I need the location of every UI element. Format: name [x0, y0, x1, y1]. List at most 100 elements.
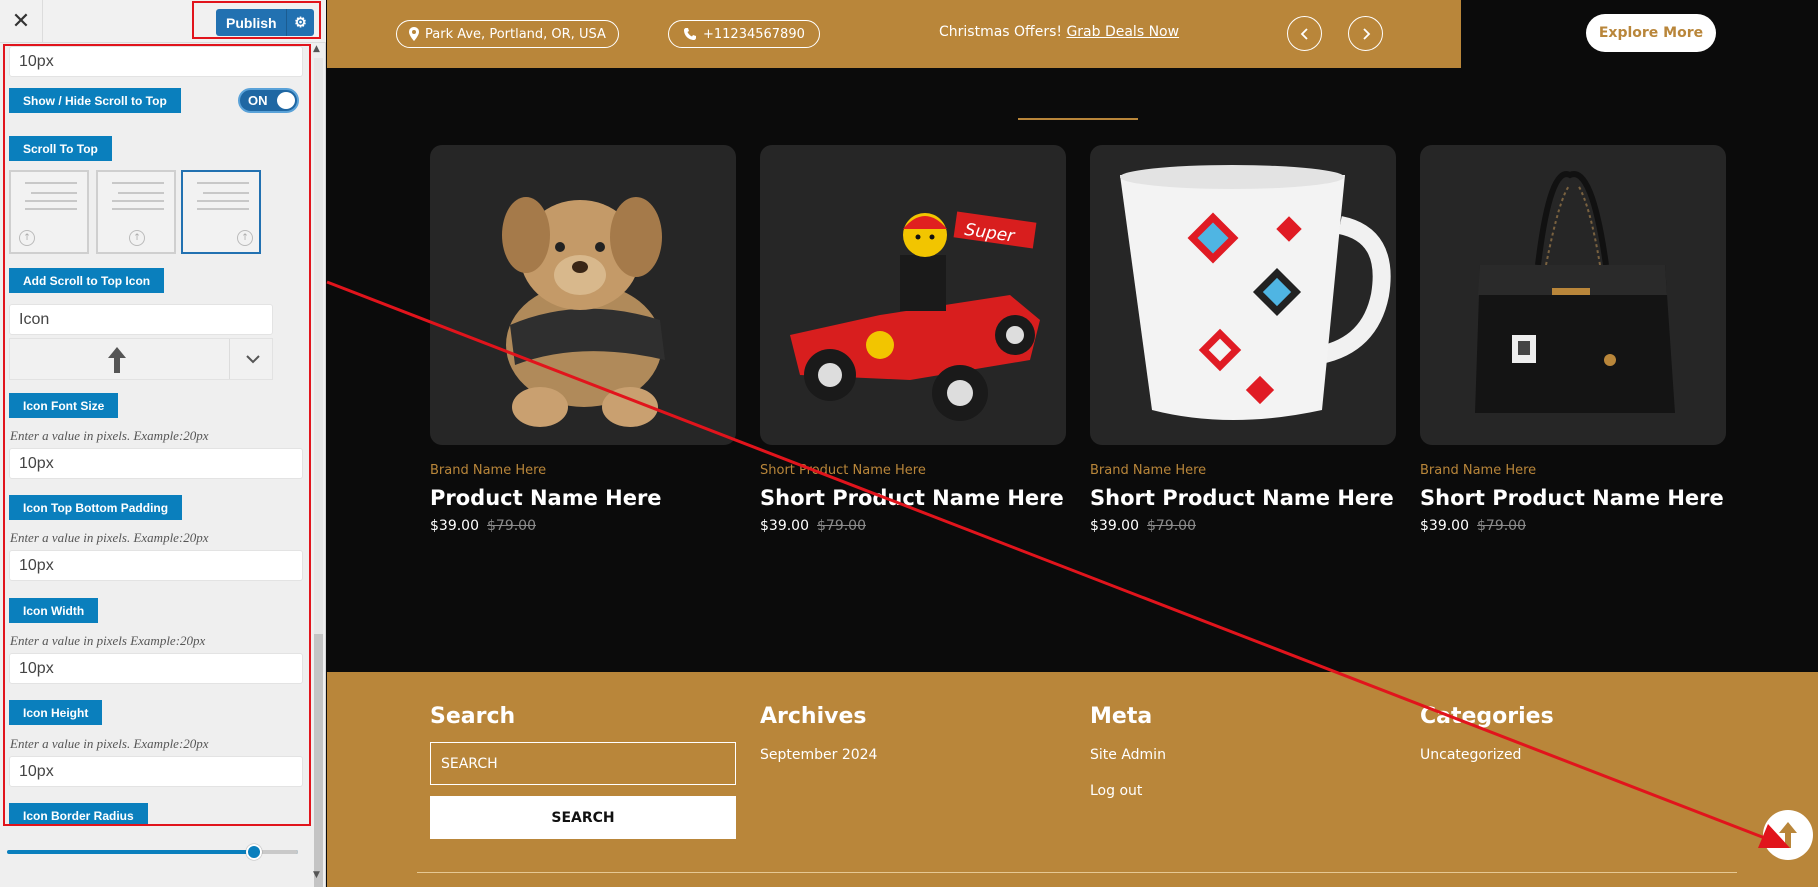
border-radius-slider[interactable] — [7, 842, 298, 862]
layout-line — [31, 192, 77, 194]
product-name[interactable]: Short Product Name Here — [1090, 486, 1396, 510]
icon-picker[interactable] — [9, 338, 273, 380]
icon-height-field[interactable]: 10px — [9, 756, 303, 787]
next-offer-button[interactable] — [1348, 16, 1383, 51]
icon-font-size-field[interactable]: 10px — [9, 448, 303, 479]
scroll-to-top-label: Scroll To Top — [9, 136, 112, 161]
product-image[interactable] — [1420, 145, 1726, 445]
icon-width-field[interactable]: 10px — [9, 653, 303, 684]
old-price: $79.00 — [487, 518, 536, 534]
product-price: $39.00 $79.00 — [1420, 518, 1726, 534]
layout-option-2[interactable]: ↑ — [96, 170, 176, 254]
scroll-to-top-button[interactable] — [1763, 810, 1813, 860]
product-price: $39.00 $79.00 — [430, 518, 736, 534]
customizer-header: ✕ Publish ⚙ — [0, 0, 326, 43]
picker-divider — [229, 339, 230, 379]
product-card[interactable]: Brand Name Here Short Product Name Here … — [1090, 145, 1396, 534]
product-brand: Brand Name Here — [1420, 463, 1537, 478]
address-pill[interactable]: Park Ave, Portland, OR, USA — [396, 20, 619, 48]
publish-label: Publish — [226, 14, 277, 31]
layout-line — [197, 182, 249, 184]
section-divider — [1018, 118, 1138, 120]
layout-option-3[interactable]: ↑ — [181, 170, 261, 254]
icon-padding-hint: Enter a value in pixels. Example:20px — [10, 530, 209, 545]
publish-button[interactable]: Publish ⚙ — [216, 9, 314, 36]
icon-width-label: Icon Width — [9, 598, 99, 623]
current-price: $39.00 — [1420, 518, 1469, 534]
scrollbar-thumb[interactable] — [314, 634, 323, 887]
scroll-down-arrow-icon[interactable]: ▼ — [313, 870, 320, 880]
arrow-up-icon: ↑ — [129, 230, 145, 246]
archives-widget-title: Archives — [760, 704, 867, 729]
product-name[interactable]: Product Name Here — [430, 486, 736, 510]
icon-border-radius-label: Icon Border Radius — [9, 803, 148, 824]
product-card[interactable]: Brand Name Here Product Name Here $39.00… — [430, 145, 736, 534]
grab-deals-link[interactable]: Grab Deals Now — [1066, 24, 1179, 40]
slider-handle[interactable] — [246, 844, 263, 860]
current-price: $39.00 — [760, 518, 809, 534]
icon-padding-field[interactable]: 10px — [9, 550, 303, 581]
layout-line — [25, 182, 77, 184]
log-out-link[interactable]: Log out — [1090, 783, 1166, 799]
arrow-up-icon — [1779, 822, 1797, 848]
product-brand: Short Product Name Here — [760, 463, 926, 478]
meta-widget-title: Meta — [1090, 704, 1153, 729]
phone-text: +11234567890 — [703, 26, 805, 42]
phone-pill[interactable]: +11234567890 — [668, 20, 820, 48]
layout-line — [197, 208, 249, 210]
icon-font-size-label: Icon Font Size — [9, 393, 119, 418]
product-brand: Brand Name Here — [1090, 463, 1207, 478]
site-preview: Park Ave, Portland, OR, USA +11234567890… — [327, 0, 1818, 887]
product-name[interactable]: Short Product Name Here — [1420, 486, 1726, 510]
icon-padding-label: Icon Top Bottom Padding — [9, 495, 183, 520]
icon-width-hint: Enter a value in pixels Example:20px — [10, 633, 206, 648]
product-card[interactable]: Super Short Product Name Here Short Prod… — [760, 145, 1066, 534]
sidebar-scrollbar[interactable]: ▲ ▼ — [312, 44, 324, 887]
product-card[interactable]: Brand Name Here Short Product Name Here … — [1420, 145, 1726, 534]
icon-font-size-hint: Enter a value in pixels. Example:20px — [10, 428, 209, 443]
chevron-right-icon — [1362, 27, 1370, 40]
layout-line — [197, 200, 249, 202]
layout-option-1[interactable]: ↑ — [9, 170, 89, 254]
teddy-bear-image — [502, 197, 665, 427]
site-admin-link[interactable]: Site Admin — [1090, 747, 1166, 763]
scroll-to-top-settings-panel: 10px Show / Hide Scroll to Top ON Scroll… — [3, 44, 311, 826]
chevron-down-icon[interactable] — [246, 353, 260, 365]
layout-line — [25, 208, 77, 210]
product-brand: Brand Name Here — [430, 463, 547, 478]
product-price: $39.00 $79.00 — [1090, 518, 1396, 534]
footer-meta-widget: Meta Site Admin Log out — [1090, 704, 1166, 819]
close-icon[interactable]: ✕ — [6, 6, 36, 36]
gear-icon[interactable]: ⚙ — [286, 9, 314, 36]
padding-value-field[interactable]: 10px — [9, 46, 303, 77]
offer-banner: Christmas Offers! Grab Deals Now — [939, 24, 1179, 40]
product-image[interactable] — [430, 145, 736, 445]
product-name[interactable]: Short Product Name Here — [760, 486, 1066, 510]
product-price: $39.00 $79.00 — [760, 518, 1066, 534]
patterned-mug-image — [1120, 165, 1391, 420]
show-hide-toggle[interactable]: ON — [238, 88, 299, 113]
categories-widget-title: Categories — [1420, 704, 1554, 729]
category-link[interactable]: Uncategorized — [1420, 747, 1554, 763]
top-bar: Park Ave, Portland, OR, USA +11234567890… — [327, 0, 1461, 68]
product-image[interactable] — [1090, 145, 1396, 445]
customizer-sidebar: ✕ Publish ⚙ 10px Show / Hide Scroll to T… — [0, 0, 326, 887]
product-image[interactable]: Super — [760, 145, 1066, 445]
toggle-knob — [277, 92, 295, 109]
layout-line — [25, 200, 77, 202]
prev-offer-button[interactable] — [1287, 16, 1322, 51]
chevron-left-icon — [1300, 27, 1308, 40]
footer-search-button[interactable]: SEARCH — [430, 796, 736, 839]
footer-search-widget: Search — [430, 704, 515, 747]
icon-search-field[interactable]: Icon — [9, 304, 273, 335]
explore-more-button[interactable]: Explore More — [1586, 14, 1716, 52]
scroll-up-arrow-icon[interactable]: ▲ — [313, 44, 320, 54]
footer-search-input[interactable]: SEARCH — [430, 742, 736, 785]
publish-highlight: Publish ⚙ — [192, 1, 321, 39]
show-hide-label: Show / Hide Scroll to Top — [9, 88, 181, 113]
archive-link[interactable]: September 2024 — [760, 747, 877, 763]
search-widget-title: Search — [430, 704, 516, 729]
current-price: $39.00 — [1090, 518, 1139, 534]
footer-divider — [417, 872, 1737, 873]
old-price: $79.00 — [1147, 518, 1196, 534]
